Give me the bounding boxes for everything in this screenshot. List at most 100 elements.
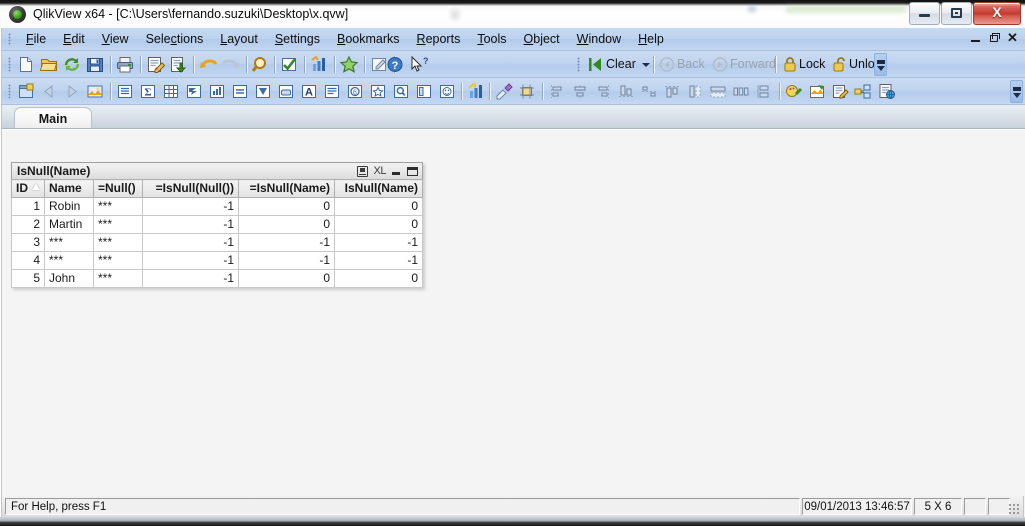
menubar-grip[interactable] [8, 33, 11, 46]
table-cell[interactable]: 0 [238, 215, 335, 234]
edit-module-icon[interactable] [830, 82, 850, 101]
table-cell[interactable]: 0 [334, 215, 423, 234]
space-vertically-icon[interactable] [754, 82, 774, 101]
close-button[interactable]: X [973, 2, 1021, 25]
table-cell[interactable]: -1 [142, 215, 239, 234]
crop-icon[interactable] [517, 82, 537, 101]
minimize-object-icon[interactable] [392, 166, 401, 177]
menu-item-settings[interactable]: Settings [267, 29, 328, 50]
align-left-icon[interactable] [547, 82, 567, 101]
input-box-icon[interactable] [230, 82, 250, 101]
export-to-excel-icon[interactable]: XL [374, 166, 387, 177]
new-document-icon[interactable] [16, 55, 36, 74]
align-right-icon[interactable] [593, 82, 613, 101]
menu-item-reports[interactable]: Reports [409, 29, 469, 50]
chart-icon[interactable] [207, 82, 227, 101]
maximize-object-icon[interactable] [407, 166, 418, 177]
design-toolbar-overflow-button[interactable] [1010, 80, 1023, 103]
menu-item-help[interactable]: Help [630, 29, 672, 50]
print-copy-icon[interactable] [356, 166, 368, 177]
align-bottom-icon[interactable] [616, 82, 636, 101]
bookmark-star-icon[interactable] [339, 55, 359, 74]
design-toolbar-grip[interactable] [8, 84, 11, 99]
apply-theme-icon[interactable] [807, 82, 827, 101]
menu-item-window[interactable]: Window [569, 29, 629, 50]
space-horizontally-icon[interactable] [731, 82, 751, 101]
line-arrow-object-icon[interactable] [322, 82, 342, 101]
menu-item-tools[interactable]: Tools [469, 29, 514, 50]
align-top-icon[interactable] [662, 82, 682, 101]
container-icon[interactable] [414, 82, 434, 101]
clear-selections-icon[interactable] [585, 55, 605, 74]
reload-icon[interactable] [62, 55, 82, 74]
sheet-tab-main[interactable]: Main [14, 107, 92, 129]
bookmark-object-icon[interactable] [368, 82, 388, 101]
menu-item-object[interactable]: Object [516, 29, 568, 50]
mdi-minimize-button[interactable] [971, 31, 982, 45]
print-icon[interactable] [115, 55, 135, 74]
table-cell[interactable]: Robin [44, 197, 94, 216]
mdi-close-button[interactable]: ✕ [1007, 31, 1018, 45]
current-selections-box-icon[interactable] [253, 82, 273, 101]
search-icon[interactable] [251, 55, 271, 74]
sheet-properties-icon[interactable] [85, 82, 105, 101]
activate-all-charts-icon[interactable] [466, 82, 486, 101]
standard-toolbar-grip[interactable] [8, 57, 11, 72]
table-cell[interactable]: 0 [238, 269, 335, 288]
table-cell[interactable]: 0 [334, 269, 423, 288]
promote-sheet-icon[interactable] [39, 82, 59, 101]
table-cell[interactable]: -1 [142, 269, 239, 288]
table-cell[interactable]: *** [93, 233, 143, 252]
text-object-icon[interactable]: A [299, 82, 319, 101]
menu-item-edit[interactable]: Edit [55, 29, 93, 50]
column-header-isnull-null[interactable]: =IsNull(Null()) [142, 179, 239, 198]
table-cell[interactable]: Martin [44, 215, 94, 234]
align-center-icon[interactable] [570, 82, 590, 101]
table-cell[interactable]: *** [93, 215, 143, 234]
menu-item-selections[interactable]: Selections [138, 29, 212, 50]
table-row[interactable]: 2 Martin *** -1 0 0 [11, 215, 423, 234]
table-cell[interactable]: *** [44, 251, 94, 270]
table-cell[interactable]: -1 [142, 251, 239, 270]
menu-item-bookmarks[interactable]: Bookmarks [329, 29, 408, 50]
straight-table-grid[interactable]: ID Name =Null() =IsNull(Null()) =IsNull(Name… [11, 179, 423, 288]
current-selections-icon[interactable] [309, 55, 329, 74]
slider-calendar-icon[interactable]: 6 [345, 82, 365, 101]
minimize-button[interactable] [909, 2, 940, 25]
table-cell[interactable]: 5 [11, 269, 45, 288]
table-cell[interactable]: -1 [142, 233, 239, 252]
clear-button-label[interactable]: Clear [606, 55, 636, 74]
table-cell[interactable]: 4 [11, 251, 45, 270]
redo-icon[interactable] [221, 55, 241, 74]
table-cell[interactable]: 3 [11, 233, 45, 252]
table-cell[interactable]: 0 [238, 197, 335, 216]
search-object-icon[interactable] [391, 82, 411, 101]
column-header-isnull-name[interactable]: IsNull(Name) [334, 179, 423, 198]
save-icon[interactable] [85, 55, 105, 74]
table-cell[interactable]: -1 [334, 251, 423, 270]
export-icon[interactable] [168, 55, 188, 74]
help-icon[interactable]: ? [385, 55, 405, 74]
edit-script-icon[interactable] [145, 55, 165, 74]
table-body[interactable]: 1 Robin *** -1 0 0 2 Martin *** -1 0 0 3 *** *** -1 -1 -1… [11, 197, 423, 288]
demote-sheet-icon[interactable] [62, 82, 82, 101]
table-box-icon[interactable] [184, 82, 204, 101]
table-cell[interactable]: -1 [238, 251, 335, 270]
list-box-icon[interactable] [115, 82, 135, 101]
table-cell[interactable]: *** [93, 197, 143, 216]
statistics-box-icon[interactable]: Σ [138, 82, 158, 101]
table-cell[interactable]: 1 [11, 197, 45, 216]
clear-format-icon[interactable] [494, 82, 514, 101]
column-header-name[interactable]: Name [44, 179, 94, 198]
column-header-isnull-name[interactable]: =IsNull(Name) [238, 179, 335, 198]
link-objects-icon[interactable] [853, 82, 873, 101]
publish-icon[interactable] [876, 82, 896, 101]
window-resize-grip[interactable] [1008, 503, 1020, 515]
lock-closed-icon[interactable] [780, 55, 800, 74]
table-cell[interactable]: *** [93, 269, 143, 288]
new-sheet-icon[interactable] [16, 82, 36, 101]
table-row[interactable]: 3 *** *** -1 -1 -1 [11, 233, 423, 252]
table-row[interactable]: 5 John *** -1 0 0 [11, 269, 423, 288]
table-row[interactable]: 4 *** *** -1 -1 -1 [11, 251, 423, 270]
theme-maker-icon[interactable] [784, 82, 804, 101]
